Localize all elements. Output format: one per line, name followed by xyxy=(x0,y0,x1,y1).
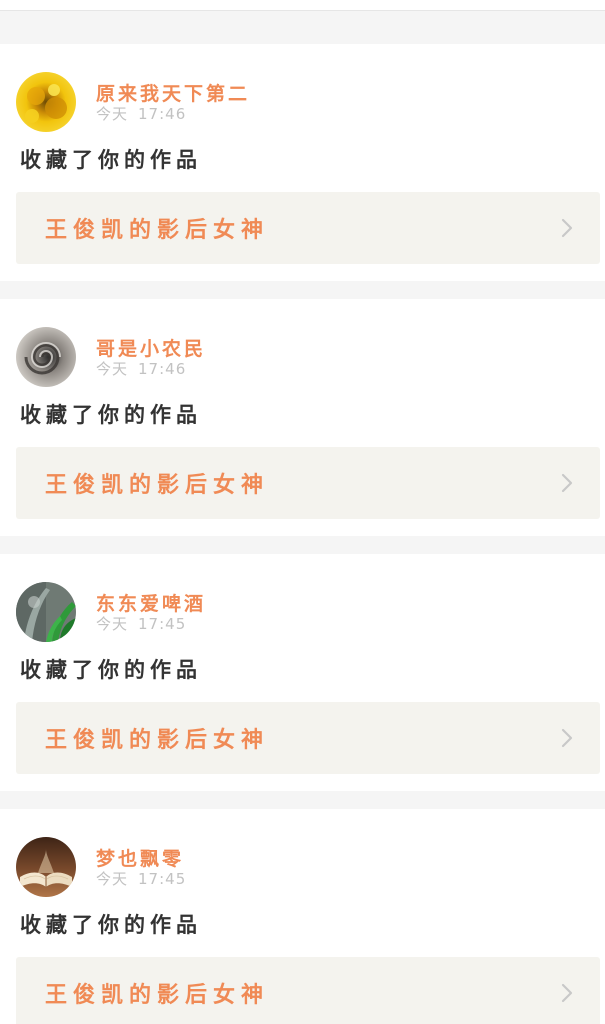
username[interactable]: 哥是小农民 xyxy=(96,338,206,360)
username[interactable]: 梦也飘零 xyxy=(96,848,186,870)
open-book-avatar[interactable] xyxy=(16,837,76,897)
action-text: 收藏了你的作品 xyxy=(20,658,202,682)
work-link[interactable]: 王俊凯的影后女神 xyxy=(16,192,600,264)
timestamp-time: 17:46 xyxy=(138,360,187,378)
timestamp-date: 今天 xyxy=(96,870,129,888)
card-header: 梦也飘零 今天 17:45 xyxy=(16,837,186,897)
user-meta: 东东爱啤酒 今天 17:45 xyxy=(96,582,206,642)
section-gap xyxy=(0,281,605,299)
timestamp-time: 17:45 xyxy=(138,615,187,633)
timestamp: 今天 17:46 xyxy=(96,360,206,378)
sunflower-avatar[interactable] xyxy=(16,72,76,132)
action-text: 收藏了你的作品 xyxy=(20,913,202,937)
user-meta: 梦也飘零 今天 17:45 xyxy=(96,837,186,897)
timestamp-time: 17:45 xyxy=(138,870,187,888)
user-meta: 原来我天下第二 今天 17:46 xyxy=(96,72,250,132)
card-header: 哥是小农民 今天 17:46 xyxy=(16,327,206,387)
activity-card: 哥是小农民 今天 17:46 收藏了你的作品 王俊凯的影后女神 xyxy=(0,299,605,536)
action-text: 收藏了你的作品 xyxy=(20,148,202,172)
user-meta: 哥是小农民 今天 17:46 xyxy=(96,327,206,387)
timestamp-date: 今天 xyxy=(96,105,129,123)
work-link[interactable]: 王俊凯的影后女神 xyxy=(16,957,600,1024)
action-text: 收藏了你的作品 xyxy=(20,403,202,427)
card-header: 东东爱啤酒 今天 17:45 xyxy=(16,582,206,642)
swirl-avatar[interactable] xyxy=(16,327,76,387)
plant-avatar[interactable] xyxy=(16,582,76,642)
work-link[interactable]: 王俊凯的影后女神 xyxy=(16,702,600,774)
work-link[interactable]: 王俊凯的影后女神 xyxy=(16,447,600,519)
chevron-right-icon xyxy=(561,728,573,748)
activity-card: 东东爱啤酒 今天 17:45 收藏了你的作品 王俊凯的影后女神 xyxy=(0,554,605,791)
section-gap xyxy=(0,791,605,809)
section-gap xyxy=(0,536,605,554)
work-title: 王俊凯的影后女神 xyxy=(45,218,270,243)
timestamp-date: 今天 xyxy=(96,360,129,378)
activity-feed: 原来我天下第二 今天 17:46 收藏了你的作品 王俊凯的影后女神 哥是小农民 … xyxy=(0,44,605,1024)
username[interactable]: 原来我天下第二 xyxy=(96,83,250,105)
username[interactable]: 东东爱啤酒 xyxy=(96,593,206,615)
top-bar xyxy=(0,0,605,11)
timestamp: 今天 17:46 xyxy=(96,105,250,123)
work-title: 王俊凯的影后女神 xyxy=(45,983,270,1008)
timestamp: 今天 17:45 xyxy=(96,615,206,633)
work-title: 王俊凯的影后女神 xyxy=(45,473,270,498)
chevron-right-icon xyxy=(561,473,573,493)
section-gap xyxy=(0,11,605,44)
work-title: 王俊凯的影后女神 xyxy=(45,728,270,753)
activity-card: 原来我天下第二 今天 17:46 收藏了你的作品 王俊凯的影后女神 xyxy=(0,44,605,281)
activity-card: 梦也飘零 今天 17:45 收藏了你的作品 王俊凯的影后女神 xyxy=(0,809,605,1024)
chevron-right-icon xyxy=(561,983,573,1003)
chevron-right-icon xyxy=(561,218,573,238)
timestamp-date: 今天 xyxy=(96,615,129,633)
timestamp: 今天 17:45 xyxy=(96,870,186,888)
timestamp-time: 17:46 xyxy=(138,105,187,123)
card-header: 原来我天下第二 今天 17:46 xyxy=(16,72,250,132)
